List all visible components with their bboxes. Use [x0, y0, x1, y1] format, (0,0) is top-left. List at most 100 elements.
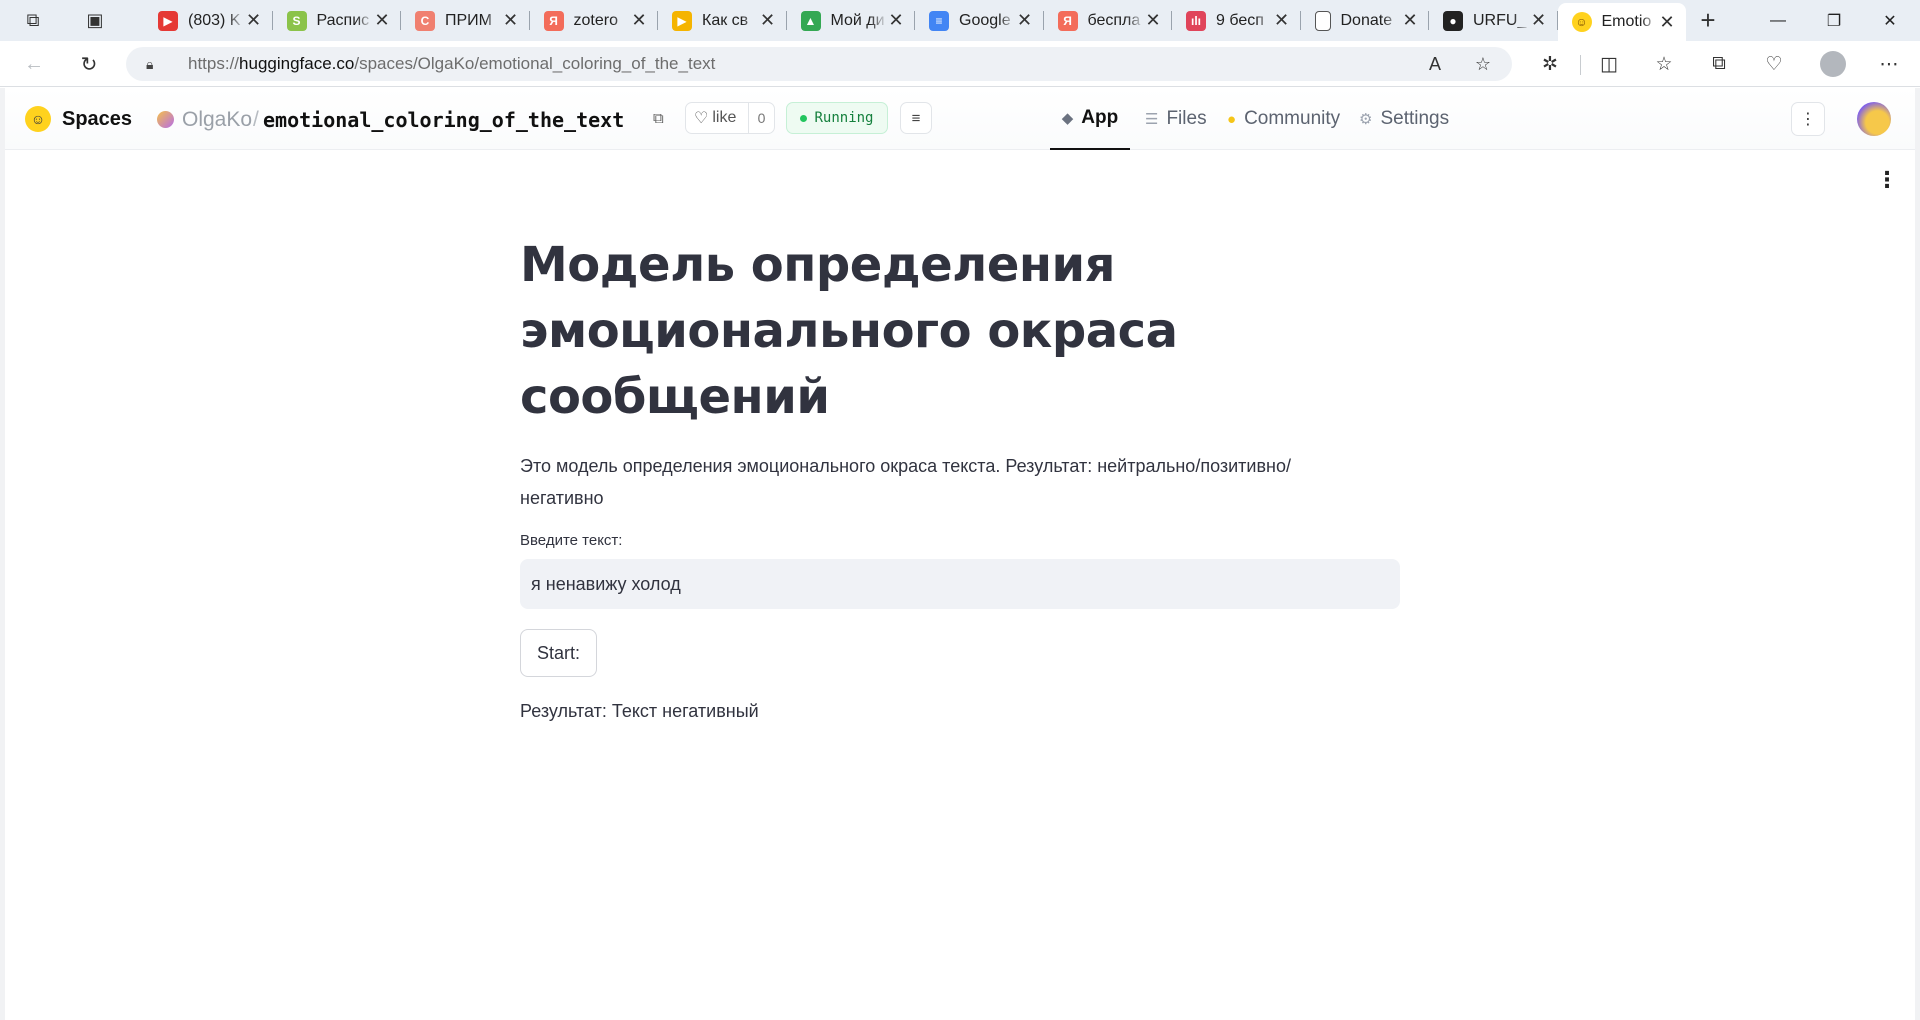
more-options-icon[interactable]: ⋮ — [1791, 102, 1825, 136]
logs-icon[interactable]: ≡ — [900, 102, 932, 134]
browser-tab[interactable]: ☺ Emotio ✕ — [1557, 3, 1686, 41]
browser-essentials-icon[interactable]: ♡ — [1757, 48, 1791, 80]
split-screen-icon[interactable]: ◫ — [1592, 48, 1626, 80]
owner-link[interactable]: OlgaKo — [182, 108, 252, 132]
github-icon: ● — [1443, 10, 1463, 31]
browser-tab-strip: ⧉ ▣ ▶ (803) K ✕ S Распис ✕ C ПРИМ ✕ Яzotero ✕ ▶ Как … — [0, 0, 1920, 41]
close-window-button[interactable]: ✕ — [1862, 0, 1918, 41]
close-tab-icon[interactable]: ✕ — [1530, 10, 1548, 31]
browser-tab[interactable]: Яzotero ✕ — [530, 0, 659, 41]
gear-icon: ⚙ — [1359, 111, 1373, 128]
yandex-icon: Я — [1057, 10, 1078, 31]
extensions-icon[interactable]: ✲ — [1533, 48, 1567, 80]
tab-settings-label: Settings — [1380, 108, 1450, 129]
favorite-star-icon[interactable]: ☆ — [1472, 53, 1494, 75]
tab-title: Распис — [316, 11, 370, 29]
tab-app-label: App — [1081, 107, 1119, 128]
like-label: like — [712, 109, 737, 126]
minimize-button[interactable]: — — [1750, 0, 1806, 41]
video-icon: ▶ — [672, 10, 692, 31]
tab-title: Мой ди — [830, 11, 885, 29]
workspaces-icon[interactable]: ⧉ — [12, 0, 54, 41]
tab-community[interactable]: ● Community — [1227, 88, 1340, 150]
close-tab-icon[interactable]: ✕ — [1273, 10, 1291, 31]
collections-icon[interactable]: ⧉ — [1702, 48, 1736, 80]
drive-icon: ▲ — [800, 10, 821, 31]
settings-more-icon[interactable]: ⋯ — [1872, 48, 1906, 80]
browser-tab[interactable]: C ПРИМ ✕ — [401, 0, 530, 41]
browser-tab[interactable]: ≡ Google ✕ — [915, 0, 1044, 41]
community-icon: ● — [1227, 110, 1237, 128]
read-aloud-icon[interactable]: A — [1424, 53, 1446, 75]
spaces-link[interactable]: Spaces — [62, 108, 132, 131]
refresh-button[interactable]: ↻ — [73, 48, 105, 80]
profile-avatar[interactable] — [1820, 51, 1846, 77]
close-tab-icon[interactable]: ✕ — [887, 10, 905, 31]
lock-icon[interactable]: 🔒︎ — [146, 56, 168, 73]
tab-title: Donate — [1340, 11, 1393, 29]
address-bar[interactable]: 🔒︎ https://huggingface.co/spaces/OlgaKo/… — [126, 47, 1512, 81]
browser-tab[interactable]: ılı 9 бесп ✕ — [1172, 0, 1301, 41]
browser-tab[interactable]: Donate ✕ — [1301, 0, 1430, 41]
owner-avatar[interactable] — [157, 111, 174, 128]
status-label: Running — [814, 110, 874, 126]
copy-icon[interactable]: ⧉ — [653, 110, 669, 127]
new-tab-button[interactable]: + — [1686, 0, 1730, 41]
page-edge-left — [0, 88, 5, 1020]
browser-tab[interactable]: ▲ Мой ди ✕ — [787, 0, 916, 41]
status-badge[interactable]: Running — [786, 102, 888, 134]
tab-title: 9 бесп — [1216, 11, 1264, 29]
tab-title: URFU_ — [1473, 11, 1527, 29]
docs-icon: ≡ — [929, 10, 949, 31]
tab-files-label: Files — [1166, 108, 1207, 129]
url-text: https://huggingface.co/spaces/OlgaKo/emo… — [188, 54, 716, 73]
tab-title: Emotio — [1601, 13, 1652, 30]
sheets-icon: S — [286, 10, 307, 31]
browser-tab[interactable]: ▶ Как св ✕ — [658, 0, 787, 41]
cube-icon: ◆ — [1061, 110, 1074, 127]
tab-files[interactable]: ☰ Files — [1145, 88, 1207, 150]
tab-title: Как св — [702, 11, 749, 29]
close-tab-icon[interactable]: ✕ — [630, 10, 648, 31]
heart-icon: ♡ — [694, 110, 709, 127]
restore-button[interactable]: ❐ — [1806, 0, 1862, 41]
like-count[interactable]: 0 — [748, 103, 774, 133]
close-tab-icon[interactable]: ✕ — [1658, 12, 1676, 33]
favorites-icon[interactable]: ☆ — [1647, 48, 1681, 80]
tab-list: ▶ (803) K ✕ S Распис ✕ C ПРИМ ✕ Яzotero ✕ ▶ Как св ✕ ▲… — [144, 0, 1686, 41]
browser-tab[interactable]: ▶ (803) K ✕ — [144, 0, 273, 41]
repo-name[interactable]: emotional_coloring_of_the_text — [263, 108, 624, 132]
tab-title: ПРИМ — [445, 11, 492, 29]
audio-icon: ılı — [1186, 10, 1206, 31]
close-tab-icon[interactable]: ✕ — [1401, 10, 1419, 31]
app-icon: C — [415, 10, 435, 31]
huggingface-logo-icon[interactable]: ☺ — [25, 106, 51, 132]
yandex-icon: Я — [543, 10, 564, 31]
close-tab-icon[interactable]: ✕ — [245, 10, 263, 31]
browser-tab[interactable]: ● URFU_ ✕ — [1429, 0, 1558, 41]
close-tab-icon[interactable]: ✕ — [502, 10, 520, 31]
browser-tab[interactable]: Ябеспла ✕ — [1044, 0, 1173, 41]
status-dot-icon — [800, 114, 808, 122]
tab-settings[interactable]: ⚙ Settings — [1359, 88, 1449, 150]
app-menu-icon[interactable]: ⋮ — [1875, 167, 1899, 192]
tab-community-label: Community — [1244, 108, 1341, 129]
close-tab-icon[interactable]: ✕ — [759, 10, 777, 31]
browser-tab[interactable]: S Распис ✕ — [273, 0, 402, 41]
close-tab-icon[interactable]: ✕ — [373, 10, 391, 31]
close-tab-icon[interactable]: ✕ — [1016, 10, 1034, 31]
text-input[interactable]: я ненавижу холод — [520, 559, 1400, 609]
tab-title: беспла — [1087, 11, 1141, 29]
tab-app[interactable]: ◆ App — [1050, 88, 1130, 150]
user-avatar[interactable] — [1857, 102, 1891, 136]
huggingface-icon: ☺ — [1571, 12, 1592, 32]
page-icon — [1314, 10, 1331, 31]
close-tab-icon[interactable]: ✕ — [1144, 10, 1162, 31]
path-separator: / — [253, 108, 259, 131]
tab-actions-icon[interactable]: ▣ — [74, 0, 116, 41]
tab-title: (803) K — [188, 11, 241, 29]
like-button[interactable]: ♡ like 0 — [685, 102, 775, 134]
start-button[interactable]: Start: — [520, 629, 598, 677]
back-button[interactable]: ← — [18, 48, 50, 80]
browser-toolbar: ← ↻ 🔒︎ https://huggingface.co/spaces/Olg… — [0, 41, 1920, 87]
